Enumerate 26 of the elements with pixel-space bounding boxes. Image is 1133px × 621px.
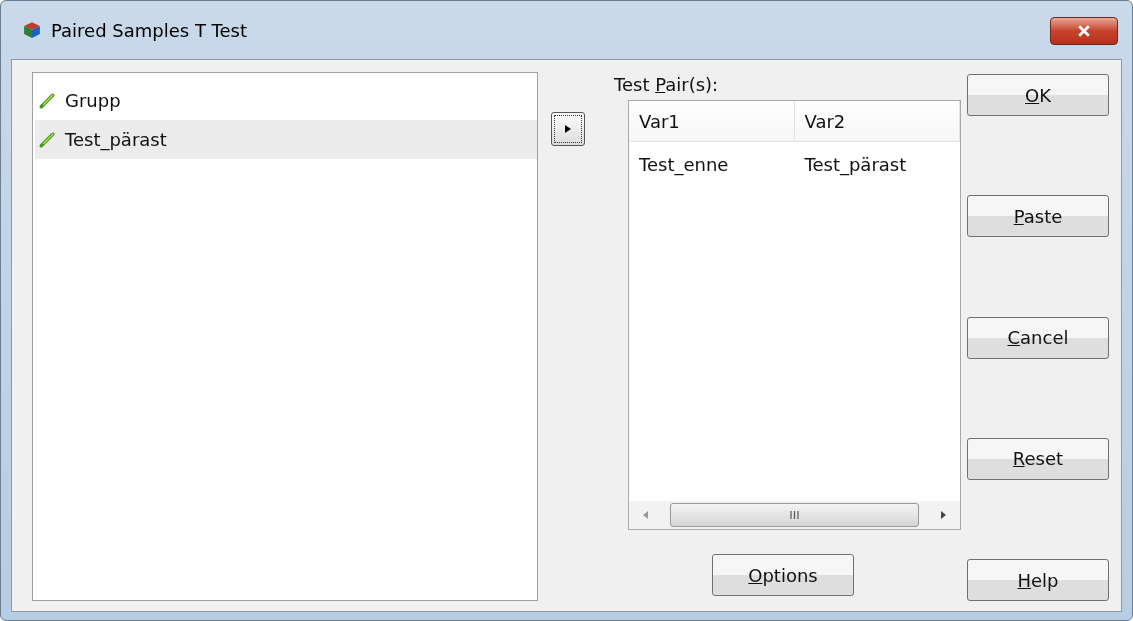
column-header[interactable]: Var2 (794, 101, 960, 141)
triangle-right-icon (565, 125, 572, 133)
options-button[interactable]: Options (712, 554, 854, 596)
scroll-right-icon (941, 511, 946, 519)
horizontal-scrollbar[interactable] (629, 501, 960, 529)
dialog-button[interactable]: Paste (967, 195, 1109, 238)
cube-icon (23, 21, 41, 39)
variable-item[interactable]: Grupp (35, 81, 538, 120)
close-button[interactable] (1050, 17, 1118, 45)
ruler-icon (39, 131, 55, 148)
grip-icon (790, 511, 799, 519)
table-cell-text: Test_pärast (803, 152, 908, 178)
dialog-button[interactable]: Help (967, 559, 1109, 601)
scroll-left-icon (643, 511, 648, 519)
column-header[interactable]: Var1 (629, 101, 795, 141)
scrollbar-thumb[interactable] (670, 503, 919, 527)
table-cell-text: Test_enne (638, 152, 730, 178)
window-title: Paired Samples T Test (51, 19, 248, 41)
move-right-button[interactable] (551, 112, 586, 146)
ruler-icon (39, 92, 55, 109)
dialog-button[interactable]: OK (967, 74, 1109, 116)
test-pairs-label: Test Pair(s): (614, 73, 719, 97)
variable-item[interactable]: Test_pärast (35, 120, 538, 159)
dialog-button[interactable]: Reset (967, 437, 1109, 480)
dialog-button[interactable]: Cancel (967, 316, 1109, 359)
close-icon (1078, 25, 1090, 37)
